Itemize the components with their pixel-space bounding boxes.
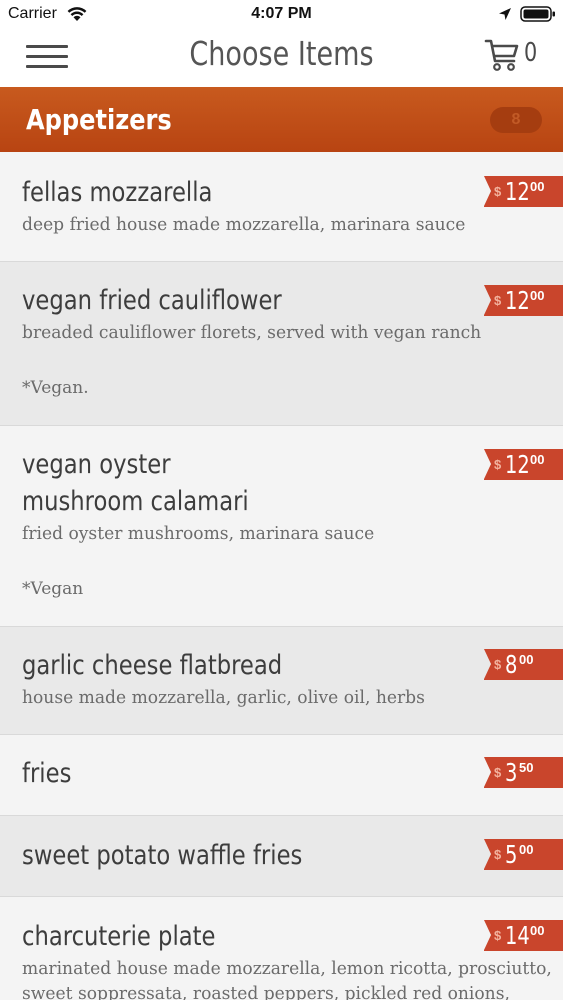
price-tag: $ 12 00	[484, 176, 563, 207]
price-currency: $	[494, 765, 502, 780]
battery-icon	[520, 6, 555, 22]
price-dollars: 3	[505, 758, 518, 787]
menu-item-list: fellas mozzarella deep fried house made …	[0, 152, 563, 1000]
item-name: sweet potato waffle fries	[22, 840, 303, 871]
price-dollars: 14	[505, 921, 530, 950]
price-tag: $ 3 50	[484, 757, 563, 788]
menu-item[interactable]: vegan oyster mushroom calamari fried oys…	[0, 426, 563, 627]
price-tag: $ 12 00	[484, 449, 563, 480]
price-dollars: 12	[505, 177, 530, 206]
price-cents: 00	[530, 179, 545, 194]
item-description: fried oyster mushrooms, marinara sauce	[22, 523, 375, 544]
item-name: vegan fried cauliflower	[22, 285, 282, 316]
price-cents: 00	[519, 652, 534, 667]
status-time: 4:07 PM	[251, 5, 312, 22]
price-cents: 00	[530, 452, 545, 467]
price-dollars: 12	[505, 286, 530, 315]
price-cents: 50	[519, 760, 534, 775]
menu-item[interactable]: fries $ 3 50	[0, 735, 563, 816]
status-bar: Carrier 4:07 PM	[0, 0, 563, 28]
item-description: breaded cauliflower florets, served with…	[22, 322, 482, 343]
cart-count: 0	[524, 38, 538, 68]
item-name: garlic cheese flatbread	[22, 650, 283, 681]
price-currency: $	[494, 847, 502, 862]
menu-item[interactable]: fellas mozzarella deep fried house made …	[0, 152, 563, 262]
price-currency: $	[494, 657, 502, 672]
price-tag: $ 8 00	[484, 649, 563, 680]
price-dollars: 8	[505, 650, 518, 679]
item-note: *Vegan.	[22, 378, 89, 398]
item-description-line2: sweet soppressata, roasted peppers, pick…	[22, 983, 510, 1000]
shopping-cart-icon	[484, 39, 519, 71]
price-cents: 00	[530, 288, 545, 303]
item-description: marinated house made mozzarella, lemon r…	[22, 958, 552, 979]
item-name: fellas mozzarella	[22, 177, 213, 208]
menu-item[interactable]: garlic cheese flatbread house made mozza…	[0, 627, 563, 735]
menu-item[interactable]: vegan fried cauliflower breaded cauliflo…	[0, 262, 563, 426]
item-name: charcuterie plate	[22, 921, 216, 952]
navigation-bar: Choose Items 0	[0, 28, 563, 86]
item-note: *Vegan	[22, 579, 84, 599]
price-currency: $	[494, 184, 502, 199]
item-description: deep fried house made mozzarella, marina…	[22, 214, 466, 235]
price-dollars: 5	[505, 840, 518, 869]
menu-item[interactable]: sweet potato waffle fries $ 5 00	[0, 816, 563, 897]
price-tag: $ 5 00	[484, 839, 563, 870]
section-count-badge: 8	[490, 107, 542, 133]
item-name: vegan oyster mushroom calamari	[22, 449, 249, 517]
section-header-appetizers[interactable]: Appetizers 8	[0, 87, 563, 152]
price-cents: 00	[530, 923, 545, 938]
price-cents: 00	[519, 842, 534, 857]
price-tag: $ 14 00	[484, 920, 563, 951]
section-title: Appetizers	[26, 103, 172, 136]
item-description: house made mozzarella, garlic, olive oil…	[22, 687, 425, 708]
price-currency: $	[494, 457, 502, 472]
price-currency: $	[494, 293, 502, 308]
menu-item[interactable]: charcuterie plate marinated house made m…	[0, 897, 563, 1000]
item-name: fries	[22, 758, 72, 789]
price-dollars: 12	[505, 450, 530, 479]
cart-button[interactable]: 0	[484, 38, 544, 74]
price-tag: $ 12 00	[484, 285, 563, 316]
location-arrow-icon	[499, 8, 511, 20]
price-currency: $	[494, 928, 502, 943]
page-title: Choose Items	[189, 34, 374, 73]
